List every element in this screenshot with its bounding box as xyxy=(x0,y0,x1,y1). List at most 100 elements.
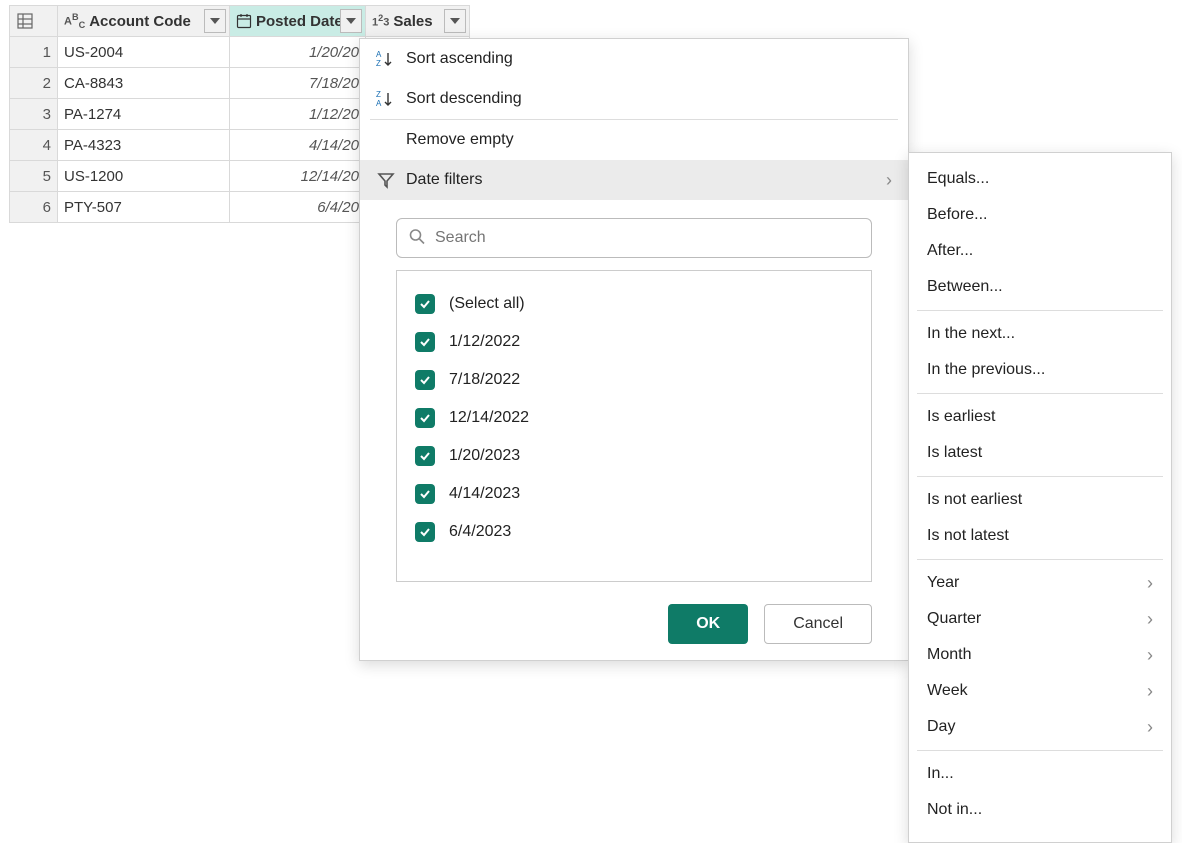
filter-year[interactable]: Year› xyxy=(909,565,1171,601)
cell[interactable]: 7/18/20 xyxy=(229,67,366,99)
filter-after[interactable]: After... xyxy=(909,233,1171,269)
column-dropdown-trigger[interactable] xyxy=(204,9,226,33)
chevron-right-icon: › xyxy=(886,170,892,191)
checkbox-checked-icon xyxy=(415,484,435,504)
filter-is-latest[interactable]: Is latest xyxy=(909,435,1171,471)
sort-asc-icon: AZ xyxy=(376,49,396,69)
cell[interactable]: PA-1274 xyxy=(57,98,230,130)
checklist-row[interactable]: 1/20/2023 xyxy=(415,437,853,475)
checklist-row[interactable]: 1/12/2022 xyxy=(415,323,853,361)
search-input[interactable] xyxy=(396,218,872,258)
submenu-label: Day xyxy=(927,718,955,736)
sort-desc-icon: ZA xyxy=(376,89,396,109)
filter-between[interactable]: Between... xyxy=(909,269,1171,305)
cell[interactable]: 1/12/20 xyxy=(229,98,366,130)
row-header[interactable]: 6 xyxy=(9,191,58,223)
row-header[interactable]: 5 xyxy=(9,160,58,192)
number-type-icon: 123 xyxy=(372,13,389,29)
row-header[interactable]: 4 xyxy=(9,129,58,161)
cell[interactable]: 12/14/20 xyxy=(229,160,366,192)
filter-equals[interactable]: Equals... xyxy=(909,161,1171,197)
submenu-label: Is not earliest xyxy=(927,491,1022,509)
filter-before[interactable]: Before... xyxy=(909,197,1171,233)
sort-descending[interactable]: ZA Sort descending xyxy=(360,79,908,119)
filter-in[interactable]: In... xyxy=(909,756,1171,792)
checkbox-checked-icon xyxy=(415,332,435,352)
filter-day[interactable]: Day › xyxy=(909,709,1171,745)
search-icon xyxy=(408,228,426,249)
checklist-label: 1/12/2022 xyxy=(449,333,520,351)
chevron-right-icon: › xyxy=(1147,645,1153,666)
divider xyxy=(917,476,1163,477)
checkbox-checked-icon xyxy=(415,294,435,314)
cancel-button[interactable]: Cancel xyxy=(764,604,872,644)
date-filters-submenu: Equals... Before... After... Between... … xyxy=(908,152,1172,843)
filter-in-next[interactable]: In the next... xyxy=(909,316,1171,352)
checklist-row[interactable]: 6/4/2023 xyxy=(415,513,853,551)
chevron-right-icon: › xyxy=(1147,717,1153,738)
checklist-label: 6/4/2023 xyxy=(449,523,511,541)
cell[interactable]: CA-8843 xyxy=(57,67,230,99)
submenu-label: Before... xyxy=(927,206,987,224)
column-header-account-code[interactable]: ABC Account Code xyxy=(57,5,230,37)
row-header[interactable]: 1 xyxy=(9,36,58,68)
column-label: Posted Date xyxy=(256,13,343,30)
filter-not-in[interactable]: Not in... xyxy=(909,792,1171,828)
menu-label: Sort ascending xyxy=(406,50,513,68)
ok-button[interactable]: OK xyxy=(668,604,748,644)
checklist-row[interactable]: 12/14/2022 xyxy=(415,399,853,437)
submenu-label: In the next... xyxy=(927,325,1015,343)
column-dropdown-trigger[interactable] xyxy=(340,9,362,33)
filter-icon xyxy=(376,170,396,190)
checklist-label: 1/20/2023 xyxy=(449,447,520,465)
filter-week[interactable]: Week› xyxy=(909,673,1171,709)
submenu-label: Between... xyxy=(927,278,1003,296)
checkbox-checked-icon xyxy=(415,408,435,428)
submenu-label: Not in... xyxy=(927,801,982,819)
checklist-row[interactable]: 4/14/2023 xyxy=(415,475,853,513)
svg-text:A: A xyxy=(376,99,382,108)
row-header[interactable]: 3 xyxy=(9,98,58,130)
submenu-label: In... xyxy=(927,765,954,783)
checklist-row-select-all[interactable]: (Select all) xyxy=(415,285,853,323)
checkbox-checked-icon xyxy=(415,446,435,466)
filter-is-not-earliest[interactable]: Is not earliest xyxy=(909,482,1171,518)
filter-month[interactable]: Month› xyxy=(909,637,1171,673)
submenu-label: Is not latest xyxy=(927,527,1009,545)
select-all-corner[interactable] xyxy=(9,5,58,37)
checklist-label: 7/18/2022 xyxy=(449,371,520,389)
remove-empty[interactable]: Remove empty xyxy=(360,120,908,160)
filter-is-not-latest[interactable]: Is not latest xyxy=(909,518,1171,554)
checklist-row[interactable]: 7/18/2022 xyxy=(415,361,853,399)
checklist-label: 12/14/2022 xyxy=(449,409,529,427)
sort-ascending[interactable]: AZ Sort ascending xyxy=(360,39,908,79)
checklist-label: (Select all) xyxy=(449,295,525,313)
column-header-sales[interactable]: 123 Sales xyxy=(365,5,470,37)
cell[interactable]: US-1200 xyxy=(57,160,230,192)
cell[interactable]: PA-4323 xyxy=(57,129,230,161)
divider xyxy=(917,559,1163,560)
cell[interactable]: 6/4/20 xyxy=(229,191,366,223)
cell[interactable]: PTY-507 xyxy=(57,191,230,223)
checkbox-checked-icon xyxy=(415,370,435,390)
svg-text:Z: Z xyxy=(376,90,381,99)
column-label: Account Code xyxy=(89,13,191,30)
filter-in-previous[interactable]: In the previous... xyxy=(909,352,1171,388)
chevron-right-icon: › xyxy=(1147,609,1153,630)
filter-quarter[interactable]: Quarter› xyxy=(909,601,1171,637)
filter-checklist: (Select all) 1/12/2022 7/18/2022 12/14/2… xyxy=(396,270,872,582)
submenu-label: In the previous... xyxy=(927,361,1045,379)
submenu-label: After... xyxy=(927,242,973,260)
divider xyxy=(917,393,1163,394)
date-filters[interactable]: Date filters › xyxy=(360,160,908,200)
divider xyxy=(917,750,1163,751)
cell[interactable]: 4/14/20 xyxy=(229,129,366,161)
filter-is-earliest[interactable]: Is earliest xyxy=(909,399,1171,435)
row-header[interactable]: 2 xyxy=(9,67,58,99)
svg-text:Z: Z xyxy=(376,59,381,68)
column-header-posted-date[interactable]: Posted Date xyxy=(229,5,366,37)
cell[interactable]: 1/20/20 xyxy=(229,36,366,68)
submenu-label: Is earliest xyxy=(927,408,995,426)
column-dropdown-trigger[interactable] xyxy=(444,9,466,33)
cell[interactable]: US-2004 xyxy=(57,36,230,68)
